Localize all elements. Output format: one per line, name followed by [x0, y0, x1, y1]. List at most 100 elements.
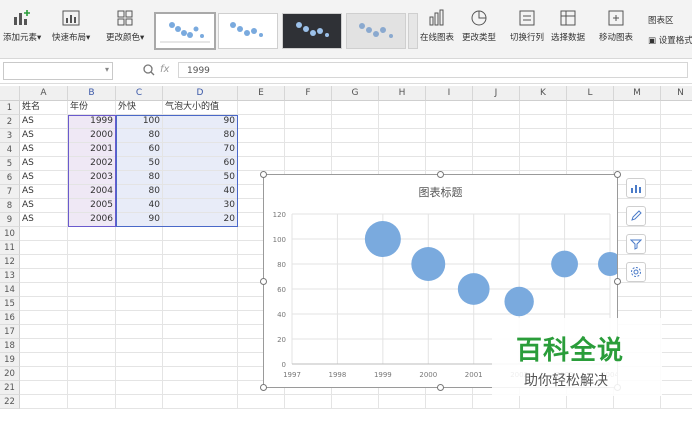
set-format-button[interactable]: ▣ 设置格式: [648, 34, 692, 46]
bubble-point[interactable]: [598, 252, 617, 276]
cell[interactable]: [116, 311, 163, 325]
row-header[interactable]: 21: [0, 381, 20, 395]
cell[interactable]: [68, 255, 116, 269]
cell[interactable]: AS: [20, 185, 68, 199]
column-header[interactable]: A: [20, 86, 68, 101]
cell[interactable]: [661, 297, 692, 311]
cell[interactable]: [567, 129, 614, 143]
cell[interactable]: [116, 325, 163, 339]
cell[interactable]: [163, 395, 238, 409]
cell[interactable]: [332, 143, 379, 157]
cell[interactable]: [473, 101, 520, 115]
cell[interactable]: [68, 367, 116, 381]
row-header[interactable]: 11: [0, 241, 20, 255]
cell[interactable]: AS: [20, 143, 68, 157]
cell[interactable]: [520, 395, 567, 409]
cell[interactable]: [68, 297, 116, 311]
row-header[interactable]: 10: [0, 227, 20, 241]
cell[interactable]: [238, 101, 285, 115]
cell[interactable]: [285, 129, 332, 143]
chart-settings-button[interactable]: [626, 262, 646, 282]
cell[interactable]: [285, 115, 332, 129]
cell[interactable]: [163, 367, 238, 381]
cell[interactable]: [163, 269, 238, 283]
cell[interactable]: 40: [163, 185, 238, 199]
row-header[interactable]: 5: [0, 157, 20, 171]
cell[interactable]: [238, 129, 285, 143]
cell[interactable]: [473, 129, 520, 143]
row-header[interactable]: 17: [0, 325, 20, 339]
cell[interactable]: [116, 283, 163, 297]
change-color-button[interactable]: 更改颜色▾: [106, 8, 144, 54]
cell[interactable]: [520, 143, 567, 157]
cell[interactable]: AS: [20, 129, 68, 143]
cell[interactable]: [163, 311, 238, 325]
cell[interactable]: [379, 115, 426, 129]
cell[interactable]: [661, 115, 692, 129]
cell[interactable]: [20, 395, 68, 409]
cell[interactable]: [567, 143, 614, 157]
resize-handle[interactable]: [260, 171, 267, 178]
cell[interactable]: [116, 241, 163, 255]
cell[interactable]: [661, 395, 692, 409]
cell[interactable]: [661, 227, 692, 241]
cell[interactable]: [661, 185, 692, 199]
cell[interactable]: [20, 381, 68, 395]
cell[interactable]: [163, 227, 238, 241]
cell[interactable]: 外快: [116, 101, 163, 115]
cell[interactable]: [238, 115, 285, 129]
column-header[interactable]: C: [116, 86, 163, 101]
cell[interactable]: [20, 283, 68, 297]
cell[interactable]: [285, 101, 332, 115]
cell[interactable]: [238, 143, 285, 157]
cell[interactable]: 70: [163, 143, 238, 157]
cell[interactable]: AS: [20, 115, 68, 129]
cell[interactable]: [68, 283, 116, 297]
cell[interactable]: 80: [163, 129, 238, 143]
cell[interactable]: [163, 325, 238, 339]
column-header[interactable]: F: [285, 86, 332, 101]
cell[interactable]: [661, 269, 692, 283]
cell[interactable]: [68, 241, 116, 255]
cell[interactable]: [68, 269, 116, 283]
row-header[interactable]: 8: [0, 199, 20, 213]
cell[interactable]: [661, 101, 692, 115]
chart-filter-button[interactable]: [626, 234, 646, 254]
cell[interactable]: [379, 101, 426, 115]
cell[interactable]: 气泡大小的值: [163, 101, 238, 115]
cell[interactable]: [661, 171, 692, 185]
cell[interactable]: [520, 129, 567, 143]
column-header[interactable]: H: [379, 86, 426, 101]
resize-handle[interactable]: [260, 278, 267, 285]
cell[interactable]: [20, 227, 68, 241]
cell[interactable]: [68, 381, 116, 395]
cell[interactable]: [20, 269, 68, 283]
cell[interactable]: [661, 213, 692, 227]
bubble-point[interactable]: [551, 250, 578, 278]
cell[interactable]: 90: [116, 213, 163, 227]
cell[interactable]: [379, 395, 426, 409]
cell[interactable]: [238, 395, 285, 409]
cell[interactable]: [163, 381, 238, 395]
cell[interactable]: 姓名: [20, 101, 68, 115]
cell[interactable]: [614, 297, 661, 311]
cell[interactable]: [20, 241, 68, 255]
cell[interactable]: [20, 311, 68, 325]
chart-style-2[interactable]: [218, 13, 278, 49]
cell[interactable]: [426, 143, 473, 157]
cell[interactable]: 50: [163, 171, 238, 185]
row-header[interactable]: 15: [0, 297, 20, 311]
chart-style-3[interactable]: [282, 13, 342, 49]
cell[interactable]: [426, 115, 473, 129]
cell[interactable]: [116, 395, 163, 409]
cell[interactable]: [379, 157, 426, 171]
cell[interactable]: 90: [163, 115, 238, 129]
resize-handle[interactable]: [260, 384, 267, 391]
cell[interactable]: 2003: [68, 171, 116, 185]
cell[interactable]: 40: [116, 199, 163, 213]
cell[interactable]: [285, 157, 332, 171]
chart-style-button[interactable]: [626, 206, 646, 226]
cell[interactable]: [473, 395, 520, 409]
cell[interactable]: 2002: [68, 157, 116, 171]
column-header[interactable]: N: [661, 86, 692, 101]
